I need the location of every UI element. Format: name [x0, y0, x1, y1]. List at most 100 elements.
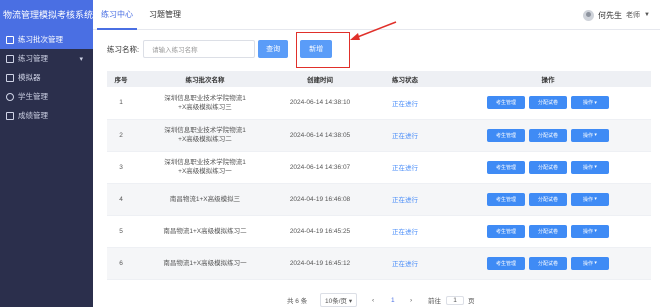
list-icon [6, 35, 14, 44]
row-name-line1: 深圳信息职业技术学院物流1 [164, 127, 246, 134]
search-input[interactable]: 请输入练习名称 [143, 40, 256, 58]
simulator-icon [6, 73, 14, 82]
row-index: 4 [107, 183, 135, 216]
page-current[interactable]: 1 [391, 297, 395, 304]
actions-dropdown[interactable]: 操作 ▾ [571, 192, 609, 206]
sidebar-item-students[interactable]: 学生管理 [0, 87, 93, 106]
row-created: 2024-04-19 16:46:08 [275, 183, 365, 216]
row-name-line1: 深圳信息职业技术学院物流1 [164, 159, 246, 166]
name-label: 练习名称: [107, 44, 140, 54]
actions-dropdown[interactable]: 操作 ▾ [571, 256, 609, 270]
assign-paper-button[interactable]: 分配试卷 [529, 96, 567, 110]
sidebar-item-practice[interactable]: 练习管理 ▾ [0, 49, 93, 68]
table-row: 2 深圳信息职业技术学院物流1 +X高级模拟练习二 2024-06-14 14:38:… [107, 119, 651, 152]
assign-paper-button[interactable]: 分配试卷 [529, 256, 567, 270]
row-name: 南昌物流1+X高级模拟练习二 [135, 215, 275, 248]
user-menu[interactable]: 何先生 老师 ▼ [583, 0, 650, 30]
row-name-line1: 南昌物流1+X高级模拟练习二 [163, 227, 247, 235]
grade-icon [6, 111, 14, 120]
student-mgmt-button[interactable]: 考生管理 [487, 192, 525, 206]
page-unit: 页 [468, 298, 475, 305]
student-mgmt-button[interactable]: 考生管理 [487, 96, 525, 110]
actions-label: 操作 [583, 196, 594, 203]
goto-label: 前往 [428, 298, 441, 305]
highlight-box [296, 32, 350, 68]
row-index: 6 [107, 247, 135, 280]
row-status[interactable]: 正在进行 [365, 215, 445, 248]
sidebar-item-label: 模拟器 [18, 73, 41, 82]
row-name: 南昌物流1+X高级模拟三 [135, 183, 275, 216]
sidebar-item-label: 学生管理 [18, 92, 48, 101]
student-mgmt-button[interactable]: 考生管理 [487, 160, 525, 174]
row-created: 2024-04-19 16:45:25 [275, 215, 365, 248]
assign-paper-button[interactable]: 分配试卷 [529, 160, 567, 174]
actions-label: 操作 [583, 100, 594, 107]
actions-label: 操作 [583, 164, 594, 171]
row-ops: 考生管理 分配试卷 操作 ▾ [445, 247, 651, 280]
col-index: 序号 [107, 71, 135, 87]
row-index: 5 [107, 215, 135, 248]
row-name: 深圳信息职业技术学院物流1 +X高级模拟练习二 [135, 119, 275, 152]
table-row: 4 南昌物流1+X高级模拟三 2024-04-19 16:46:08 正在进行 考生管理… [107, 183, 651, 216]
row-name: 深圳信息职业技术学院物流1 +X高级模拟练习一 [135, 151, 275, 184]
total-count: 共 6 条 [287, 298, 308, 305]
next-page-icon[interactable]: › [410, 297, 412, 304]
row-status[interactable]: 正在进行 [365, 151, 445, 184]
row-status[interactable]: 正在进行 [365, 87, 445, 120]
actions-dropdown[interactable]: 操作 ▾ [571, 224, 609, 238]
assign-paper-button[interactable]: 分配试卷 [529, 128, 567, 142]
goto-input[interactable]: 1 [446, 295, 464, 305]
user-name: 何先生 [598, 10, 623, 20]
caret-down-icon: ▼ [644, 12, 650, 18]
user-role: 老师 [626, 12, 641, 19]
col-ops: 操作 [445, 71, 651, 87]
sidebar-item-simulator[interactable]: 模拟器 [0, 68, 93, 87]
tab-question-management[interactable]: 习题管理 [141, 0, 189, 30]
row-created: 2024-06-14 14:38:05 [275, 119, 365, 152]
actions-dropdown[interactable]: 操作 ▾ [571, 160, 609, 174]
tab-practice-center[interactable]: 练习中心 [93, 0, 141, 30]
row-status[interactable]: 正在进行 [365, 183, 445, 216]
row-ops: 考生管理 分配试卷 操作 ▾ [445, 87, 651, 120]
row-index: 2 [107, 119, 135, 152]
page-size-value: 10条/页 [325, 298, 348, 305]
search-button[interactable]: 查询 [258, 40, 289, 58]
row-ops: 考生管理 分配试卷 操作 ▾ [445, 183, 651, 216]
table-row: 1 深圳信息职业技术学院物流1 +X高级模拟练习三 2024-06-14 14:38:… [107, 87, 651, 120]
sidebar: 物流管理模拟考核系统 练习批次管理 练习管理 ▾ 模拟器 学生管理 成绩管理 [0, 0, 93, 307]
student-mgmt-button[interactable]: 考生管理 [487, 128, 525, 142]
row-created: 2024-06-14 14:36:07 [275, 151, 365, 184]
user-icon [6, 92, 14, 101]
row-name-line1: 深圳信息职业技术学院物流1 [164, 94, 246, 102]
avatar [583, 9, 595, 21]
col-created: 创建时间 [275, 71, 365, 87]
row-name-line1: 南昌物流1+X高级模拟练习一 [163, 259, 247, 267]
student-mgmt-button[interactable]: 考生管理 [487, 256, 525, 270]
sidebar-item-batch[interactable]: 练习批次管理 [0, 30, 93, 49]
page-size-select[interactable]: 10条/页 ▾ [320, 293, 358, 307]
col-status: 练习状态 [365, 71, 445, 87]
row-status[interactable]: 正在进行 [365, 119, 445, 152]
row-index: 3 [107, 151, 135, 184]
actions-label: 操作 [583, 132, 594, 139]
assign-paper-button[interactable]: 分配试卷 [529, 224, 567, 238]
sidebar-item-grades[interactable]: 成绩管理 [0, 106, 93, 125]
app-title: 物流管理模拟考核系统 [0, 0, 93, 30]
row-ops: 考生管理 分配试卷 操作 ▾ [445, 151, 651, 184]
row-name-line1: 南昌物流1+X高级模拟三 [169, 195, 241, 203]
table-row: 6 南昌物流1+X高级模拟练习一 2024-04-19 16:45:12 正在进行 考生… [107, 247, 651, 280]
row-name-line2: +X高级模拟练习三 [178, 103, 232, 111]
student-mgmt-button[interactable]: 考生管理 [487, 224, 525, 238]
prev-page-icon[interactable]: ‹ [372, 297, 374, 304]
sidebar-item-label: 练习管理 [18, 54, 48, 63]
top-bar: 练习中心 习题管理 何先生 老师 ▼ [93, 0, 660, 30]
row-created: 2024-06-14 14:38:10 [275, 87, 365, 120]
actions-dropdown[interactable]: 操作 ▾ [571, 128, 609, 142]
pagination: 共 6 条 10条/页 ▾ ‹ 1 › 前往 1 页 [0, 293, 660, 307]
row-status[interactable]: 正在进行 [365, 247, 445, 280]
row-ops: 考生管理 分配试卷 操作 ▾ [445, 215, 651, 248]
assign-paper-button[interactable]: 分配试卷 [529, 192, 567, 206]
chevron-down-icon: ▾ [79, 55, 83, 63]
actions-dropdown[interactable]: 操作 ▾ [571, 96, 609, 110]
row-name: 南昌物流1+X高级模拟练习一 [135, 247, 275, 280]
